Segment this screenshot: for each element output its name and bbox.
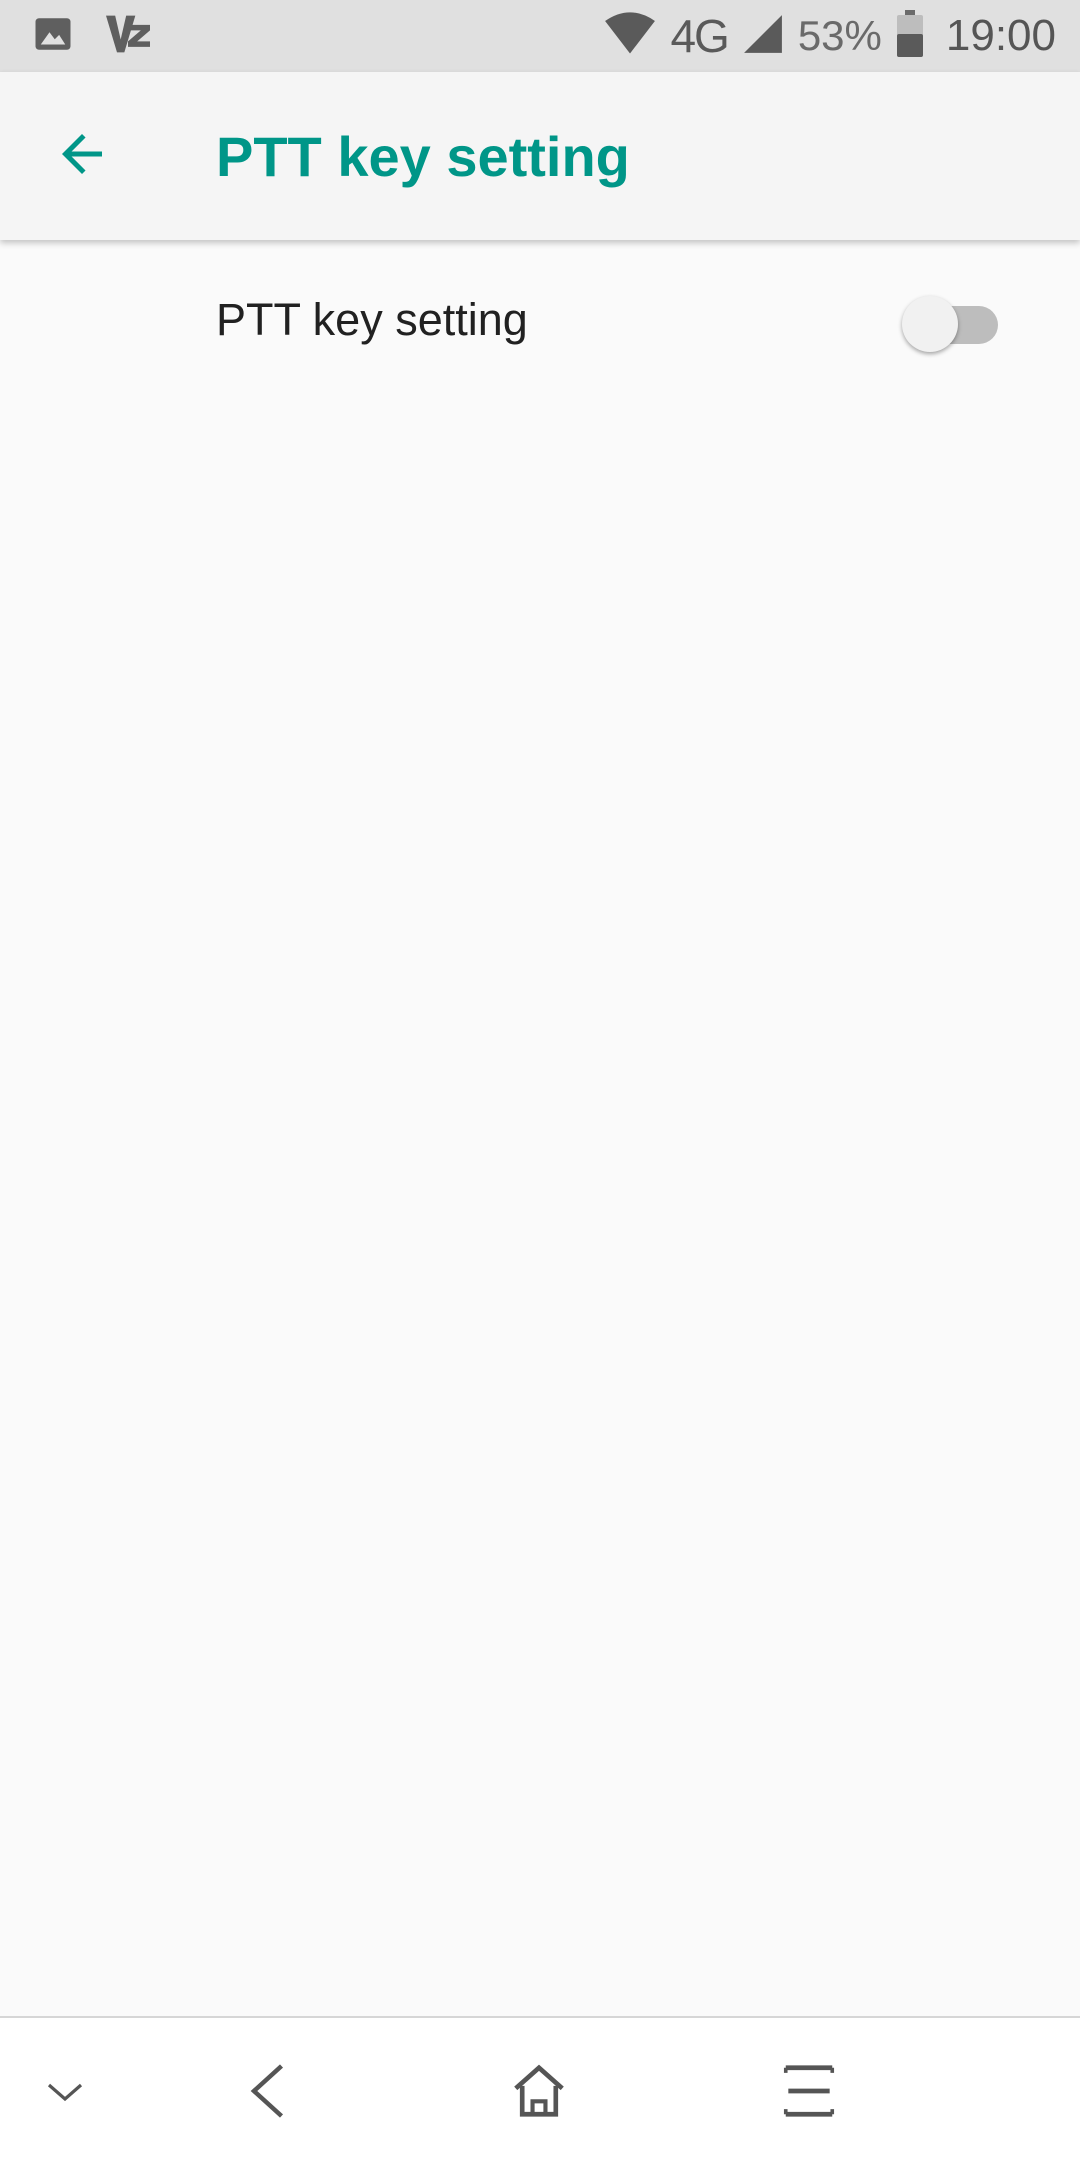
- recents-menu-icon: [778, 2060, 840, 2127]
- navigation-bar: [0, 2016, 1080, 2160]
- home-nav-button[interactable]: [494, 2048, 584, 2138]
- battery-icon: [896, 9, 924, 63]
- battery-percent: 53%: [797, 12, 882, 59]
- status-bar: 4G 53% 19:00: [0, 0, 1080, 72]
- page-title: PTT key setting: [216, 125, 630, 188]
- toggle-thumb: [902, 296, 958, 352]
- wifi-icon: [604, 11, 656, 61]
- clock: 19:00: [945, 11, 1056, 60]
- collapse-nav-button[interactable]: [20, 2048, 110, 2138]
- image-icon: [32, 13, 74, 60]
- ptt-key-toggle[interactable]: [902, 290, 1002, 352]
- back-nav-icon: [239, 2061, 299, 2126]
- recents-nav-button[interactable]: [764, 2048, 854, 2138]
- cell-signal-icon: [742, 13, 784, 60]
- back-nav-button[interactable]: [224, 2048, 314, 2138]
- network-type: 4G: [670, 10, 729, 62]
- back-arrow-icon: [52, 124, 112, 189]
- back-button[interactable]: [44, 118, 120, 194]
- setting-label: PTT key setting: [216, 294, 528, 345]
- app-bar: PTT key setting: [0, 72, 1080, 240]
- screen: 4G 53% 19:00 PTT key setting PTT key set…: [0, 0, 1080, 2160]
- collapse-chevron-icon: [41, 2067, 89, 2120]
- vpn-key-icon: [104, 12, 152, 61]
- home-icon: [508, 2060, 570, 2127]
- status-right-icons: 4G 53% 19:00: [604, 8, 1056, 64]
- status-left-icons: [32, 12, 152, 60]
- setting-row-ptt-key[interactable]: PTT key setting: [0, 250, 1080, 395]
